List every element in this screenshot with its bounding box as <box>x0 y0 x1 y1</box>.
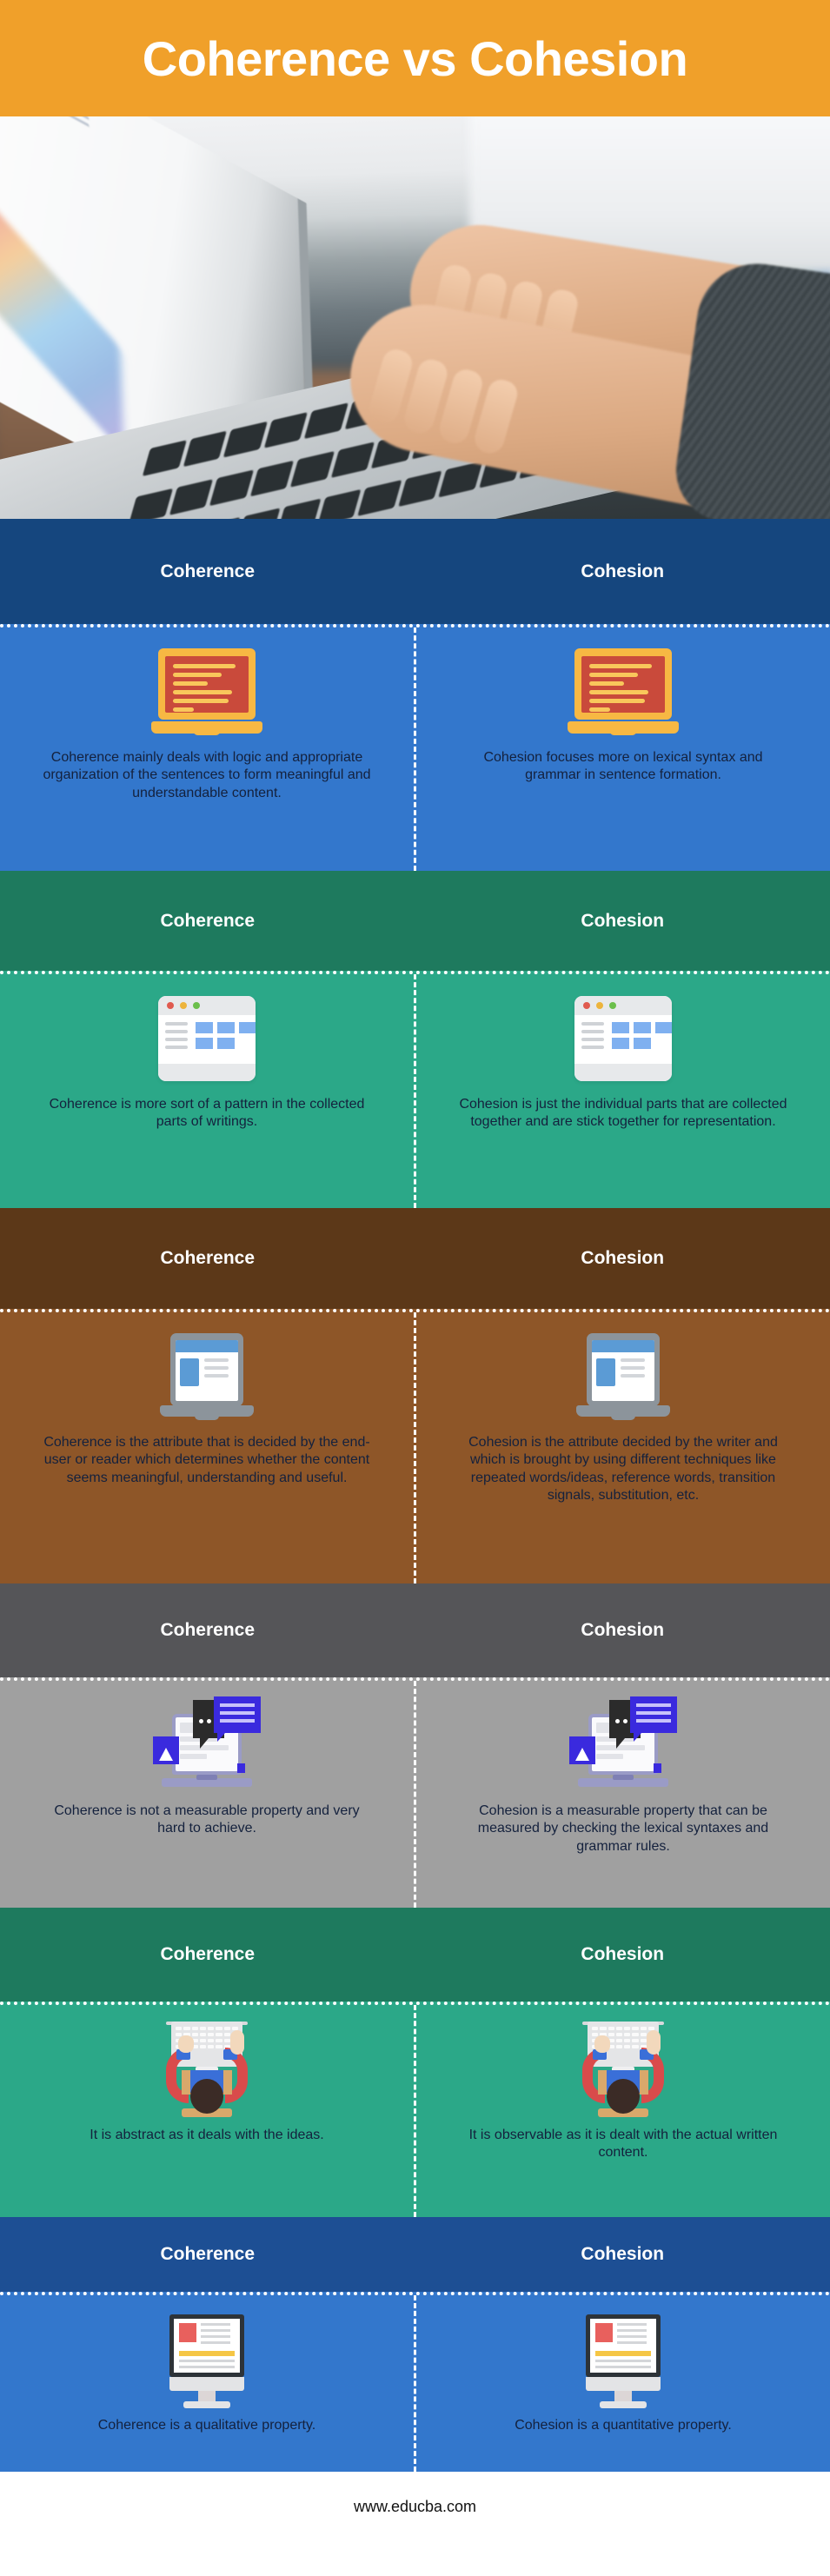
section-4-left-cell: Coherence is not a measurable property a… <box>0 1681 416 1908</box>
section-header-6: Coherence Cohesion <box>0 2217 830 2292</box>
section-3-left-cell: Coherence is the attribute that is decid… <box>0 1312 416 1583</box>
section-6-left-cell: Coherence is a qualitative property. <box>0 2295 416 2472</box>
section-5-right-label: Cohesion <box>581 1944 665 1964</box>
section-body-5: It is abstract as it deals with the idea… <box>0 2002 830 2217</box>
footer: www.educba.com <box>0 2472 830 2541</box>
section-1-right-label: Cohesion <box>581 561 665 581</box>
section-4-left-text: Coherence is not a measurable property a… <box>54 1803 360 1836</box>
section-3-left-label: Coherence <box>160 1248 256 1268</box>
section-header-1: Coherence Cohesion <box>0 519 830 624</box>
section-header-3: Coherence Cohesion <box>0 1208 830 1309</box>
hero-document-lines <box>0 116 90 154</box>
laptop-chat-icon <box>153 1696 261 1790</box>
section-6-right-cell: Cohesion is a quantitative property. <box>416 2295 830 2472</box>
section-1-left-text: Coherence mainly deals with logic and ap… <box>43 750 371 800</box>
person-typing-icon <box>572 2022 674 2117</box>
section-5-right-text: It is observable as it is dealt with the… <box>468 2128 778 2161</box>
section-header-2: Coherence Cohesion <box>0 871 830 971</box>
section-2-left-label: Coherence <box>160 910 256 931</box>
section-6-left-text: Coherence is a qualitative property. <box>97 2418 316 2433</box>
section-6-right-label: Cohesion <box>581 2244 665 2264</box>
section-5-right-cell: It is observable as it is dealt with the… <box>416 2005 830 2217</box>
section-2-left-cell: Coherence is more sort of a pattern in t… <box>0 974 416 1208</box>
section-6-right-text: Cohesion is a quantitative property. <box>515 2418 732 2433</box>
section-header-4: Coherence Cohesion <box>0 1583 830 1677</box>
section-body-6: Coherence is a qualitative property. Coh… <box>0 2292 830 2472</box>
section-2-left-text: Coherence is more sort of a pattern in t… <box>49 1097 365 1130</box>
section-1-right-text: Cohesion focuses more on lexical syntax … <box>483 750 763 783</box>
section-1-left-label: Coherence <box>160 561 256 581</box>
section-body-2: Coherence is more sort of a pattern in t… <box>0 971 830 1208</box>
browser-window-icon <box>574 993 672 1084</box>
section-5-left-label: Coherence <box>160 1944 256 1964</box>
section-3-left-text: Coherence is the attribute that is decid… <box>43 1435 370 1485</box>
section-1-left-cell: Coherence mainly deals with logic and ap… <box>0 627 416 871</box>
section-4-right-label: Cohesion <box>581 1620 665 1640</box>
section-3-right-label: Cohesion <box>581 1248 665 1268</box>
title-bar: Coherence vs Cohesion <box>0 0 830 116</box>
section-4-right-text: Cohesion is a measurable property that c… <box>477 1803 769 1854</box>
section-body-3: Coherence is the attribute that is decid… <box>0 1309 830 1583</box>
section-4-right-cell: Cohesion is a measurable property that c… <box>416 1681 830 1908</box>
section-2-right-cell: Cohesion is just the individual parts th… <box>416 974 830 1208</box>
section-2-right-label: Cohesion <box>581 910 665 931</box>
hero-photo-laptop-typing <box>0 116 830 519</box>
monitor-article-icon <box>162 2314 252 2408</box>
section-3-right-text: Cohesion is the attribute decided by the… <box>468 1435 778 1504</box>
section-1-right-cell: Cohesion focuses more on lexical syntax … <box>416 627 830 871</box>
tablet-article-icon <box>576 1331 670 1422</box>
laptop-code-icon <box>568 647 679 737</box>
section-5-left-text: It is abstract as it deals with the idea… <box>90 2128 324 2142</box>
site-url[interactable]: www.educba.com <box>354 2498 476 2516</box>
person-typing-icon <box>156 2022 258 2117</box>
page-title: Coherence vs Cohesion <box>142 30 688 86</box>
infographic-root: Coherence vs Cohesion Coherence Cohesion… <box>0 0 830 2576</box>
section-header-5: Coherence Cohesion <box>0 1908 830 2002</box>
browser-window-icon <box>158 993 256 1084</box>
monitor-article-icon <box>578 2314 668 2408</box>
section-3-right-cell: Cohesion is the attribute decided by the… <box>416 1312 830 1583</box>
section-2-right-text: Cohesion is just the individual parts th… <box>459 1097 787 1130</box>
section-5-left-cell: It is abstract as it deals with the idea… <box>0 2005 416 2217</box>
tablet-article-icon <box>160 1331 254 1422</box>
section-4-left-label: Coherence <box>160 1620 256 1640</box>
section-6-left-label: Coherence <box>160 2244 256 2264</box>
section-body-4: Coherence is not a measurable property a… <box>0 1677 830 1908</box>
section-body-1: Coherence mainly deals with logic and ap… <box>0 624 830 871</box>
laptop-code-icon <box>151 647 262 737</box>
laptop-chat-icon <box>569 1696 677 1790</box>
